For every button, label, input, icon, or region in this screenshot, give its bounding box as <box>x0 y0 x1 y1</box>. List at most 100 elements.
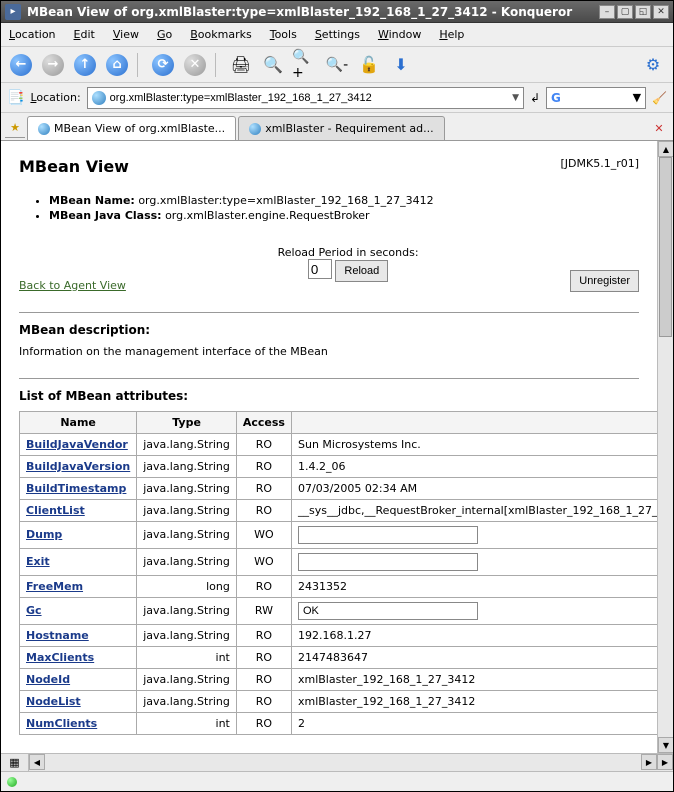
view-mode-button[interactable]: ▦ <box>1 754 29 771</box>
hscroll-track[interactable] <box>45 754 641 771</box>
attr-name-link[interactable]: BuildTimestamp <box>26 482 126 495</box>
attr-value: Sun Microsystems Inc. <box>298 438 421 451</box>
back-to-agent-link[interactable]: Back to Agent View <box>19 279 126 292</box>
close-button[interactable]: ✕ <box>653 5 669 19</box>
menu-help[interactable]: Help <box>439 28 464 41</box>
tab-label: xmlBlaster - Requirement ad... <box>265 122 433 135</box>
attr-name-link[interactable]: FreeMem <box>26 580 83 593</box>
attr-value-input[interactable] <box>298 602 478 620</box>
menu-view[interactable]: View <box>113 28 139 41</box>
attr-name-link[interactable]: Exit <box>26 555 50 568</box>
horizontal-scrollbar[interactable]: ◀ ▶ ▶ <box>29 754 673 771</box>
attr-name-link[interactable]: Dump <box>26 528 62 541</box>
search-combo[interactable]: G ▼ <box>546 87 646 109</box>
minimize-button[interactable]: – <box>599 5 615 19</box>
attr-type: java.lang.String <box>137 597 237 624</box>
table-row: NodeListjava.lang.StringROxmlBlaster_192… <box>20 690 658 712</box>
print-button[interactable]: 🖨 <box>227 51 255 79</box>
attr-access: RO <box>236 690 291 712</box>
location-dropdown-icon[interactable]: ▼ <box>512 93 519 103</box>
col-value <box>291 411 657 433</box>
tab-1[interactable]: xmlBlaster - Requirement ad... <box>238 116 444 140</box>
window-buttons: – ▢ ◱ ✕ <box>599 5 669 19</box>
reload-button[interactable]: ⟳ <box>149 51 177 79</box>
attr-name-link[interactable]: ClientList <box>26 504 85 517</box>
table-row: BuildJavaVendorjava.lang.StringROSun Mic… <box>20 433 658 455</box>
scroll-right-end-button[interactable]: ▶ <box>657 754 673 770</box>
restore-button[interactable]: ◱ <box>635 5 651 19</box>
scroll-right-button[interactable]: ▶ <box>641 754 657 770</box>
location-label: Location: <box>30 91 80 104</box>
menu-settings[interactable]: Settings <box>315 28 360 41</box>
attr-access: RO <box>236 499 291 521</box>
attr-type: java.lang.String <box>137 499 237 521</box>
unregister-button[interactable]: Unregister <box>570 270 639 292</box>
close-tab-button[interactable]: ✕ <box>649 118 669 138</box>
go-button[interactable]: ↲ <box>530 91 540 105</box>
download-button[interactable]: ⬇ <box>387 51 415 79</box>
attr-access: WO <box>236 548 291 575</box>
attributes-heading: List of MBean attributes: <box>19 389 639 403</box>
table-row: Exit java.lang.StringWO <box>20 548 658 575</box>
attr-name-link[interactable]: NodeList <box>26 695 81 708</box>
description-text: Information on the management interface … <box>19 345 639 358</box>
statusbar <box>1 771 673 791</box>
reload-page-button[interactable]: Reload <box>335 260 388 282</box>
attr-type: java.lang.String <box>137 521 237 548</box>
up-button[interactable]: ↑ <box>71 51 99 79</box>
menu-tools[interactable]: Tools <box>270 28 297 41</box>
attr-value: __sys__jdbc,__RequestBroker_internal[xml… <box>298 504 657 517</box>
attr-name-link[interactable]: BuildJavaVendor <box>26 438 128 451</box>
attr-name-link[interactable]: Gc <box>26 604 42 617</box>
table-row: MaxClientsintRO2147483647 <box>20 646 658 668</box>
menu-location[interactable]: Location <box>9 28 56 41</box>
search-dropdown-icon[interactable]: ▼ <box>633 91 641 104</box>
forward-button[interactable]: → <box>39 51 67 79</box>
attr-value-input[interactable] <box>298 553 478 571</box>
mbean-class-row: MBean Java Class: org.xmlBlaster.engine.… <box>49 209 639 222</box>
attr-name-link[interactable]: MaxClients <box>26 651 94 664</box>
vertical-scrollbar[interactable]: ▲ ▼ <box>657 141 673 753</box>
scroll-thumb[interactable] <box>659 157 672 337</box>
attr-name-link[interactable]: Hostname <box>26 629 89 642</box>
attr-type: long <box>137 575 237 597</box>
tab-0[interactable]: MBean View of org.xmlBlaste... <box>27 116 236 140</box>
zoom-in-button[interactable]: 🔍+ <box>291 51 319 79</box>
new-tab-button[interactable]: ★ <box>5 118 25 138</box>
attr-type: java.lang.String <box>137 455 237 477</box>
reload-period-input[interactable] <box>308 259 332 279</box>
attr-type: java.lang.String <box>137 668 237 690</box>
attr-access: RO <box>236 624 291 646</box>
bookmark-icon[interactable]: 📑 <box>7 90 24 106</box>
security-button[interactable]: 🔓 <box>355 51 383 79</box>
menu-window[interactable]: Window <box>378 28 421 41</box>
attr-name-link[interactable]: NumClients <box>26 717 97 730</box>
zoom-out-button[interactable]: 🔍- <box>323 51 351 79</box>
stop-button[interactable]: ✕ <box>181 51 209 79</box>
attr-value: 07/03/2005 02:34 AM <box>298 482 417 495</box>
attr-access: WO <box>236 521 291 548</box>
attr-name-link[interactable]: BuildJavaVersion <box>26 460 130 473</box>
scroll-up-button[interactable]: ▲ <box>658 141 673 157</box>
scroll-down-button[interactable]: ▼ <box>658 737 673 753</box>
attr-value-input[interactable] <box>298 526 478 544</box>
attr-name-link[interactable]: NodeId <box>26 673 70 686</box>
location-input[interactable] <box>110 92 512 104</box>
maximize-button[interactable]: ▢ <box>617 5 633 19</box>
menu-go[interactable]: Go <box>157 28 172 41</box>
attr-access: RO <box>236 668 291 690</box>
back-button[interactable]: ← <box>7 51 35 79</box>
location-combo[interactable]: ▼ <box>87 87 524 109</box>
clear-location-button[interactable]: 🧹 <box>652 91 667 105</box>
attr-type: int <box>137 646 237 668</box>
attr-type: java.lang.String <box>137 433 237 455</box>
menu-bookmarks[interactable]: Bookmarks <box>190 28 251 41</box>
mbean-name-row: MBean Name: org.xmlBlaster:type=xmlBlast… <box>49 194 639 207</box>
attr-type: java.lang.String <box>137 548 237 575</box>
scroll-left-button[interactable]: ◀ <box>29 754 45 770</box>
menu-edit[interactable]: Edit <box>74 28 95 41</box>
scroll-track[interactable] <box>658 157 673 737</box>
home-button[interactable]: ⌂ <box>103 51 131 79</box>
table-row: Gcjava.lang.StringRW <box>20 597 658 624</box>
find-button[interactable]: 🔍 <box>259 51 287 79</box>
